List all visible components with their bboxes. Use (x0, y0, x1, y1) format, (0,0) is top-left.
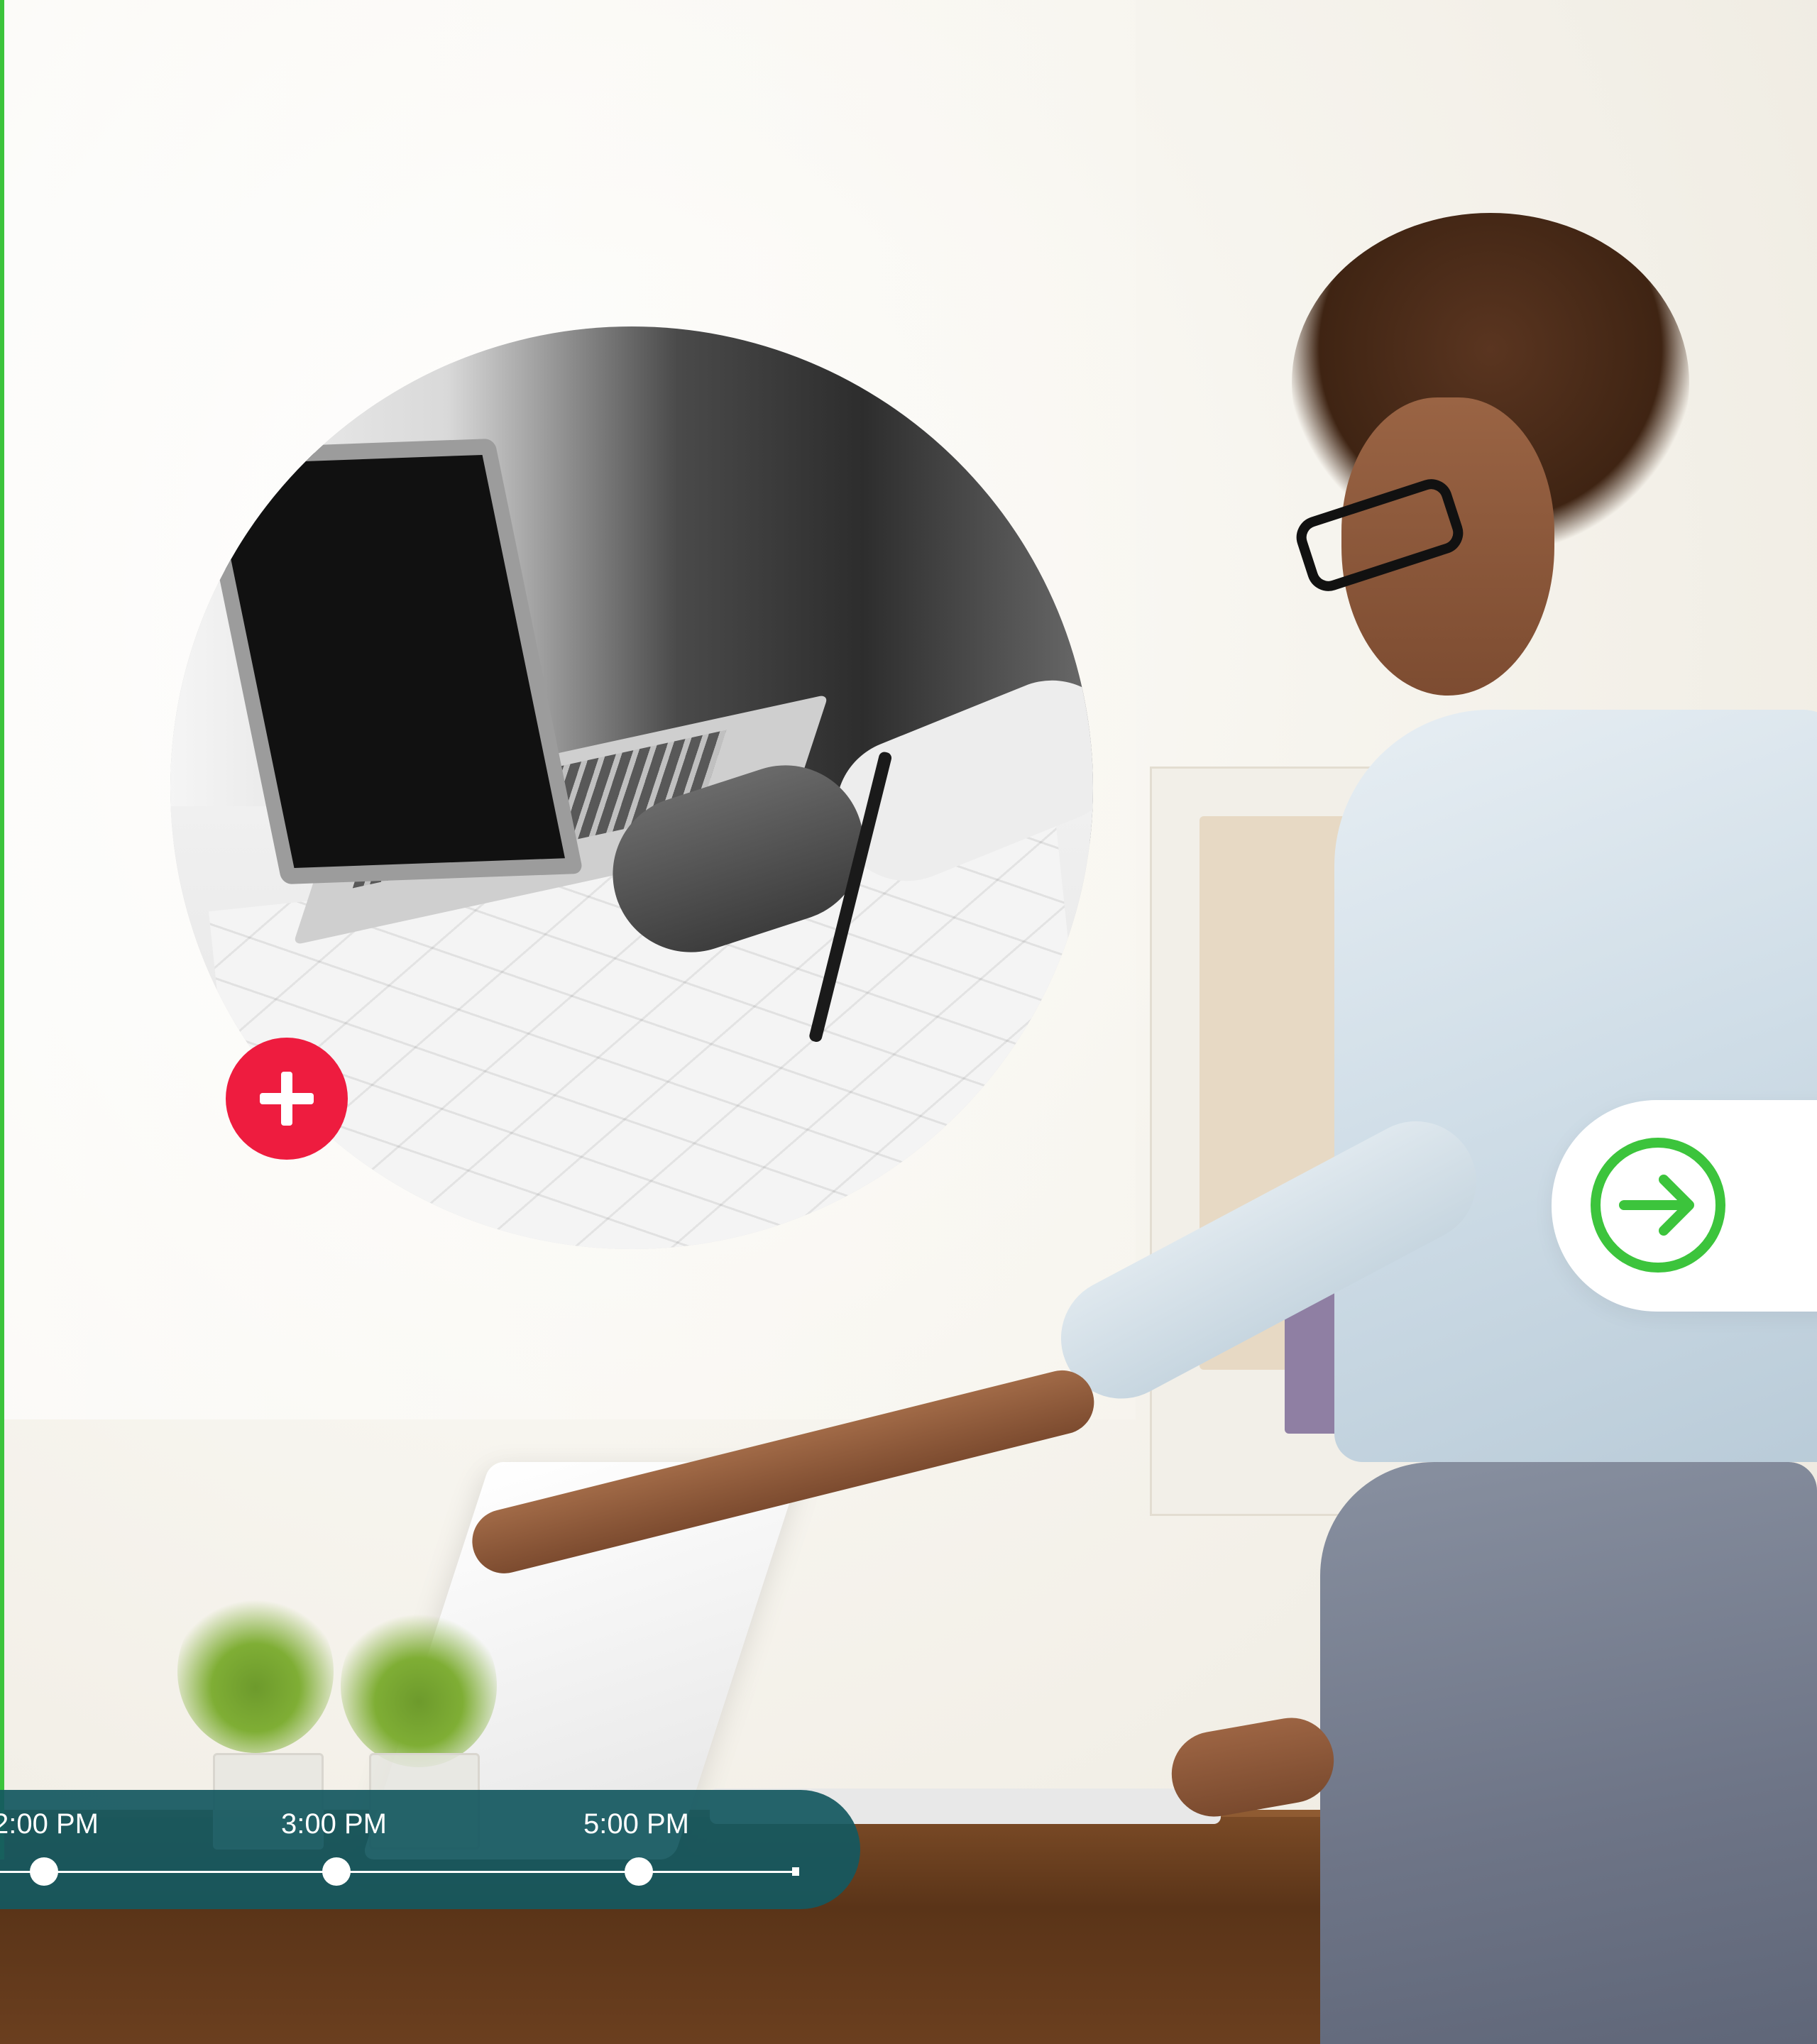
plant-leaves (177, 1590, 334, 1753)
plant-leaves (341, 1604, 497, 1767)
plus-icon (260, 1072, 314, 1126)
person-shirt (1334, 710, 1817, 1462)
timeline-end-cap (792, 1867, 799, 1876)
timeline-time-label: 2:00 PM (0, 1808, 99, 1840)
arrow-right-circle-icon (1591, 1138, 1725, 1273)
timeline-point[interactable] (322, 1857, 351, 1886)
timeline-track (0, 1871, 796, 1873)
timeline-bar (0, 1790, 860, 1909)
timeline-point[interactable] (30, 1857, 58, 1886)
person-pants (1320, 1462, 1817, 2044)
timeline-time-label: 5:00 PM (583, 1808, 689, 1840)
timeline-point[interactable] (625, 1857, 653, 1886)
left-accent-line (0, 0, 4, 1859)
add-button[interactable] (226, 1038, 348, 1160)
timeline-time-label: 3:00 PM (281, 1808, 387, 1840)
next-button[interactable] (1587, 1134, 1729, 1276)
